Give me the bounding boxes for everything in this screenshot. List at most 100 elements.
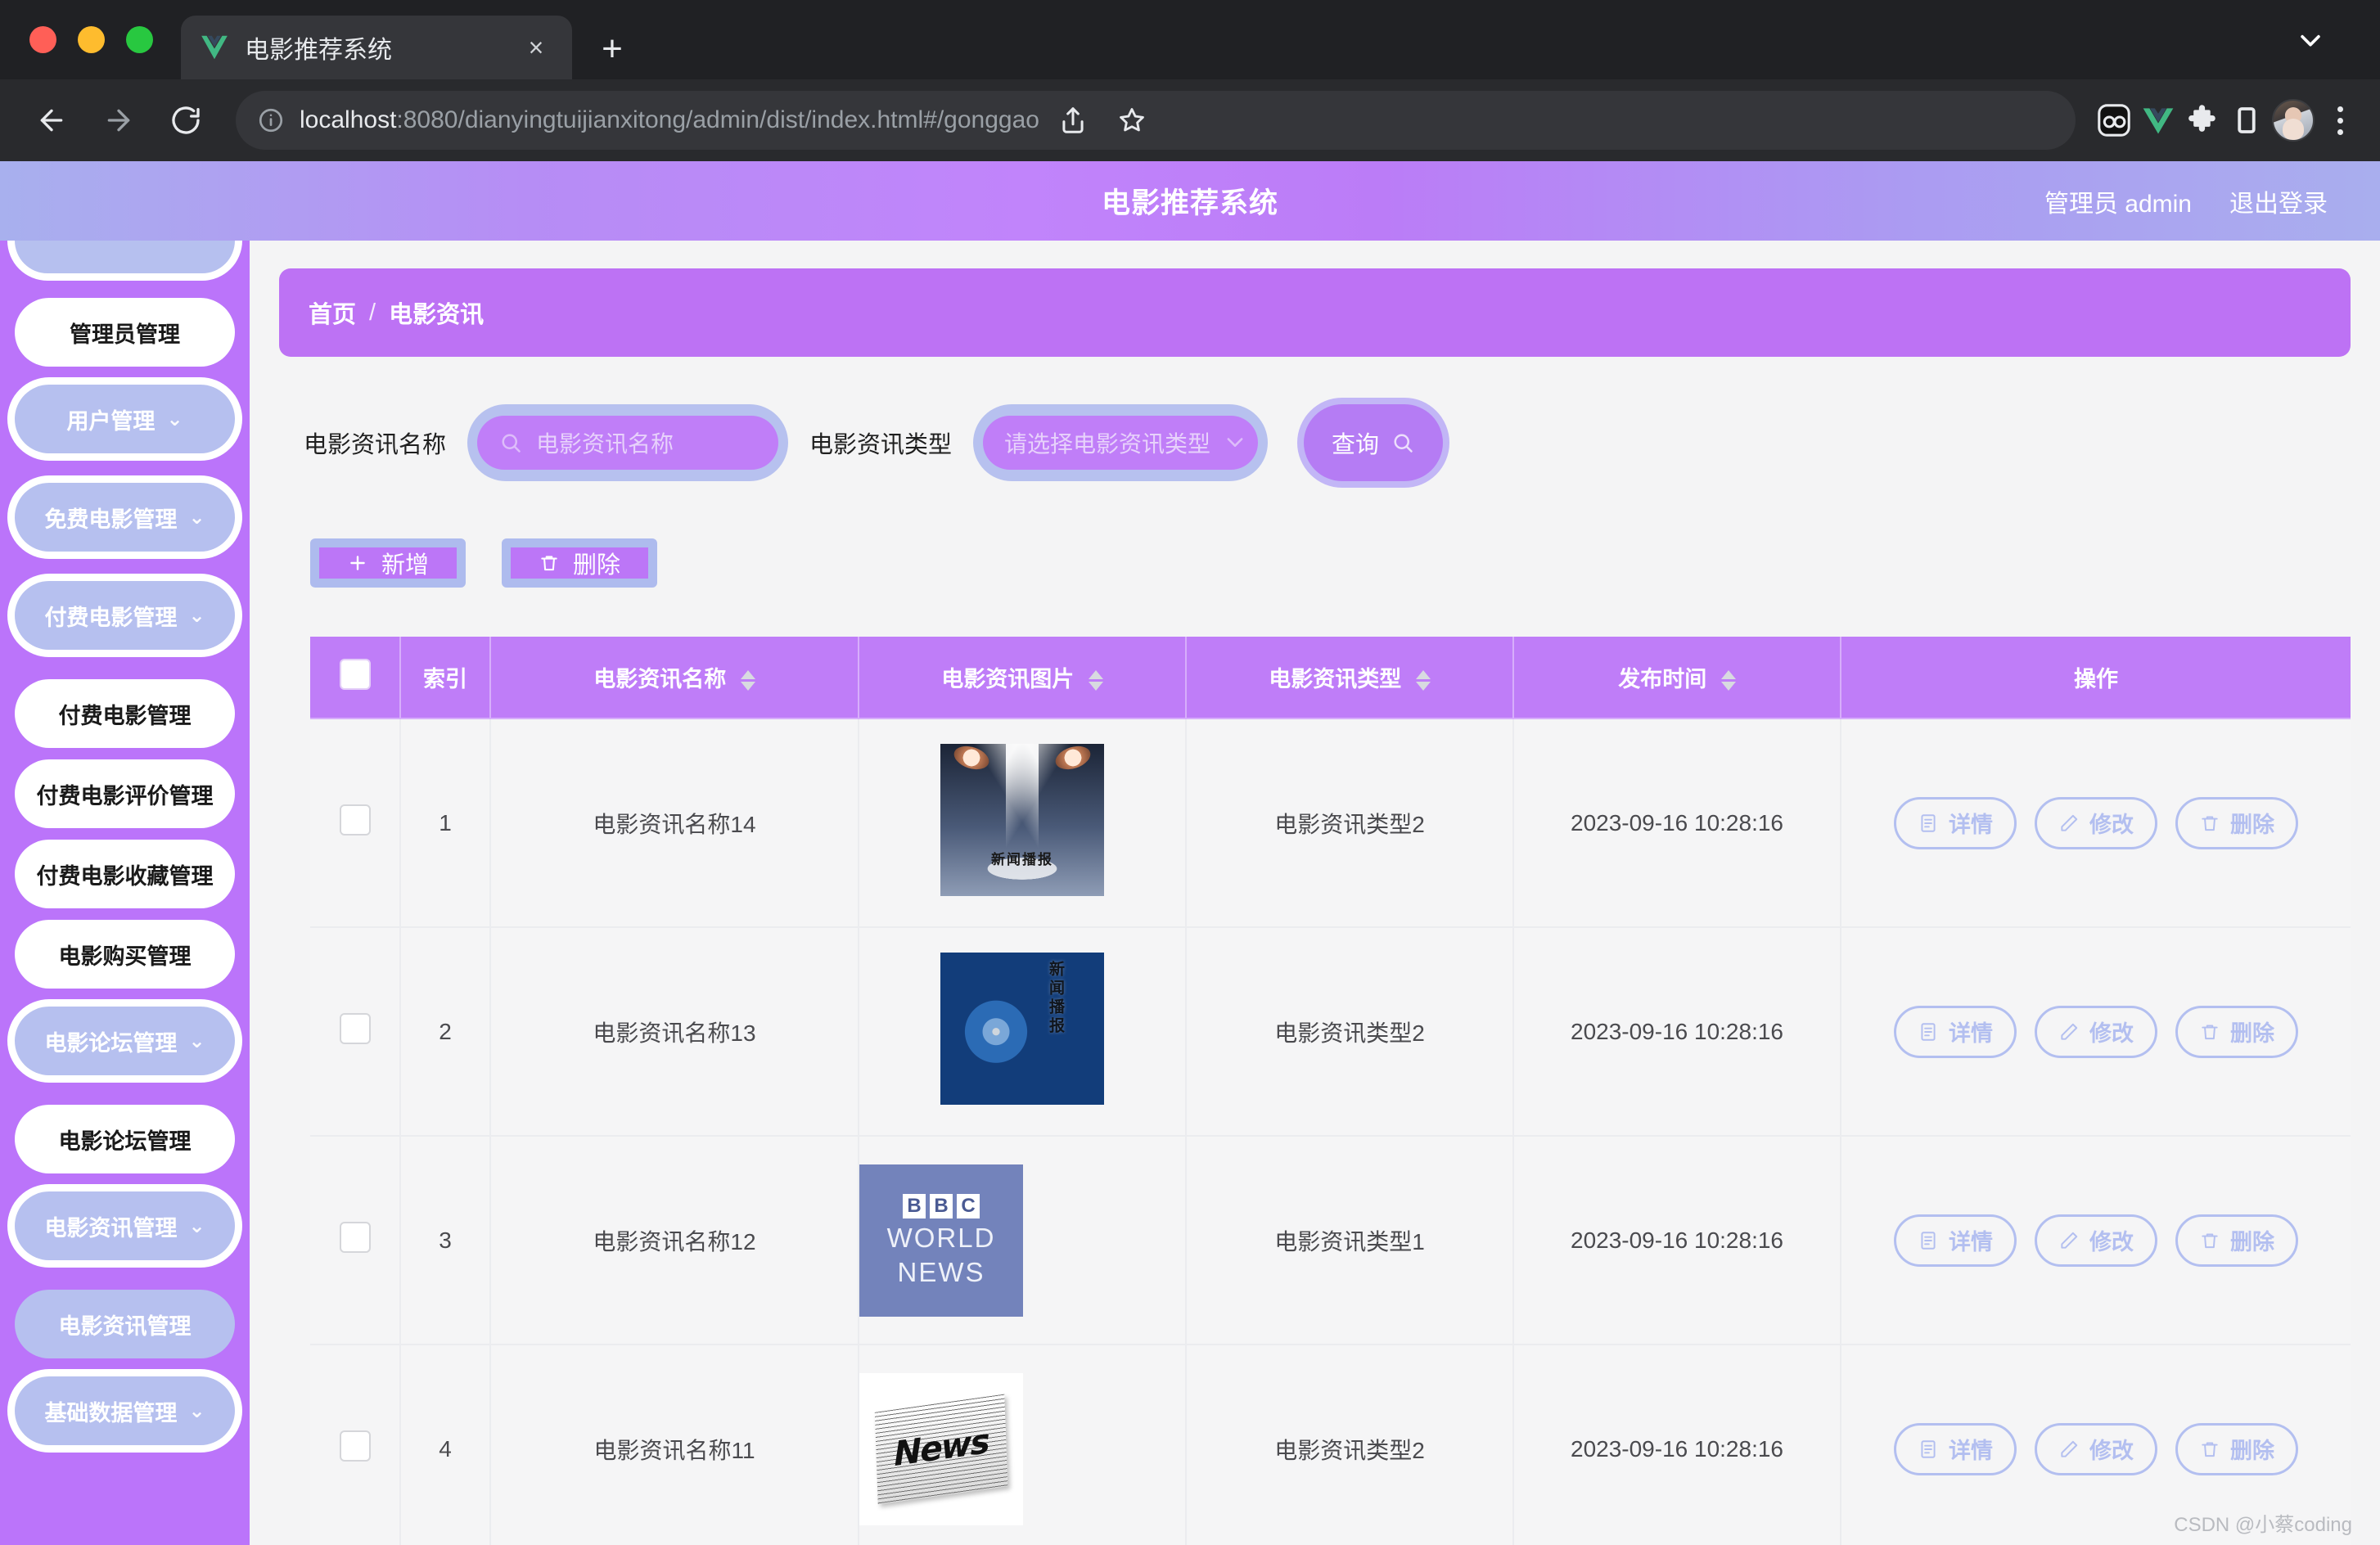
- detail-button[interactable]: 详情: [1894, 797, 2017, 849]
- globe-newsroom-thumb[interactable]: 新闻播报: [940, 953, 1104, 1105]
- sidebar-item-movie-forum-management[interactable]: 电影论坛管理 ⌄: [15, 1007, 235, 1075]
- row-checkbox-cell: [310, 1345, 400, 1545]
- sidebar-item-movie-news-sub[interactable]: 电影资讯管理: [15, 1290, 235, 1358]
- table-row[interactable]: 1 电影资讯名称14 新闻播报 电影资讯类型2 2023-09-16 10:28…: [310, 718, 2351, 927]
- page-title: 电影推荐系统: [0, 180, 2380, 222]
- detail-button[interactable]: 详情: [1894, 1214, 2017, 1267]
- sidebar-item-movie-news-management[interactable]: 电影资讯管理 ⌄: [15, 1191, 235, 1260]
- row-time: 2023-09-16 10:28:16: [1513, 718, 1841, 927]
- table-header-row: 索引 电影资讯名称 电影资讯图片: [310, 637, 2351, 718]
- address-bar[interactable]: localhost:8080/dianyingtuijianxitong/adm…: [236, 91, 2076, 150]
- search-input[interactable]: 电影资讯名称: [477, 416, 778, 470]
- vue-devtools-icon[interactable]: [2139, 101, 2177, 139]
- column-type[interactable]: 电影资讯类型: [1186, 637, 1513, 718]
- column-label: 电影资讯图片: [941, 667, 1074, 691]
- side-panel-icon[interactable]: [2228, 101, 2265, 139]
- sidebar-item-paid-movie-management[interactable]: 付费电影管理 ⌄: [15, 581, 235, 650]
- edit-button[interactable]: 修改: [2035, 797, 2157, 849]
- pocket-icon[interactable]: [2095, 101, 2133, 139]
- sidebar-item-admin-management[interactable]: 管理员管理: [15, 298, 235, 367]
- delete-button[interactable]: 删除: [502, 538, 657, 588]
- sidebar-item-basic-data-management[interactable]: 基础数据管理 ⌄: [15, 1376, 235, 1445]
- new-tab-button[interactable]: +: [582, 19, 642, 79]
- thumb-caption: News: [882, 1419, 1000, 1475]
- filter-type-label: 电影资讯类型: [809, 426, 952, 460]
- browser-toolbar: localhost:8080/dianyingtuijianxitong/adm…: [0, 79, 2380, 161]
- sidebar-item-user-management[interactable]: 用户管理 ⌄: [15, 385, 235, 453]
- breadcrumb-current: 电影资讯: [389, 295, 484, 330]
- browser-tab[interactable]: 电影推荐系统 ×: [181, 16, 572, 79]
- sidebar-item-movie-forum-sub[interactable]: 电影论坛管理: [15, 1105, 235, 1173]
- sort-toggle-icon[interactable]: [1721, 670, 1736, 691]
- sidebar-item-paid-movie-sub[interactable]: 付费电影管理: [15, 679, 235, 748]
- pencil-icon: [2058, 1021, 2080, 1043]
- close-window-button[interactable]: [29, 26, 56, 53]
- row-checkbox[interactable]: [340, 1430, 371, 1462]
- row-checkbox[interactable]: [340, 1013, 371, 1044]
- sidebar-item-partial-top[interactable]: [15, 241, 235, 273]
- row-checkbox[interactable]: [340, 804, 371, 836]
- table-row[interactable]: 3 电影资讯名称12 BBC WORLD NEWS 电影资讯类型1: [310, 1136, 2351, 1345]
- logout-link[interactable]: 退出登录: [2229, 183, 2328, 219]
- back-arrow-icon[interactable]: [21, 90, 82, 151]
- sidebar-item-paid-movie-review[interactable]: 付费电影评价管理: [15, 759, 235, 828]
- detail-button[interactable]: 详情: [1894, 1423, 2017, 1475]
- share-icon[interactable]: [1054, 101, 1092, 139]
- reload-icon[interactable]: [156, 90, 216, 151]
- row-delete-button[interactable]: 删除: [2175, 1006, 2298, 1058]
- op-label: 详情: [1949, 1224, 1993, 1256]
- row-operations: 详情 修改 删除: [1841, 1136, 2351, 1345]
- row-delete-button[interactable]: 删除: [2175, 1423, 2298, 1475]
- breadcrumb-home[interactable]: 首页: [309, 295, 356, 330]
- profile-avatar[interactable]: [2272, 99, 2315, 142]
- table-row[interactable]: 2 电影资讯名称13 新闻播报 电影资讯类型2 2023-09-16 10:28…: [310, 927, 2351, 1136]
- sidebar-item-movie-purchase[interactable]: 电影购买管理: [15, 920, 235, 989]
- newspaper-thumb[interactable]: News: [859, 1373, 1023, 1525]
- sort-toggle-icon[interactable]: [1416, 670, 1431, 691]
- add-button[interactable]: 新增: [310, 538, 466, 588]
- sidebar-item-label: 电影购买管理: [59, 939, 192, 971]
- row-checkbox[interactable]: [340, 1222, 371, 1253]
- sidebar-item-free-movie-management[interactable]: 免费电影管理 ⌄: [15, 483, 235, 552]
- forward-arrow-icon[interactable]: [88, 90, 149, 151]
- bbc-letters: BBC: [903, 1194, 980, 1218]
- browser-menu-icon[interactable]: [2321, 101, 2359, 139]
- select-all-checkbox[interactable]: [340, 659, 371, 690]
- edit-button[interactable]: 修改: [2035, 1214, 2157, 1267]
- op-label: 修改: [2089, 807, 2134, 839]
- row-image-cell: 新闻播报: [859, 927, 1186, 1136]
- sort-toggle-icon[interactable]: [741, 670, 755, 691]
- edit-button[interactable]: 修改: [2035, 1423, 2157, 1475]
- bbc-world-news-thumb[interactable]: BBC WORLD NEWS: [859, 1164, 1023, 1317]
- extensions-puzzle-icon[interactable]: [2184, 101, 2221, 139]
- window-traffic-lights: [29, 0, 181, 79]
- sidebar-item-label: 付费电影管理: [59, 698, 192, 730]
- sidebar-item-paid-movie-favorite[interactable]: 付费电影收藏管理: [15, 840, 235, 908]
- chevron-down-icon: [2297, 26, 2324, 54]
- query-button[interactable]: 查询: [1304, 404, 1443, 481]
- row-index: 3: [400, 1136, 490, 1345]
- row-delete-button[interactable]: 删除: [2175, 797, 2298, 849]
- tab-list-dropdown[interactable]: [2241, 0, 2380, 79]
- maximize-window-button[interactable]: [126, 26, 153, 53]
- column-image[interactable]: 电影资讯图片: [859, 637, 1186, 718]
- sidebar-nav[interactable]: 管理员管理 用户管理 ⌄ 免费电影管理 ⌄ 付费电影管理 ⌄: [0, 241, 250, 1545]
- table-row[interactable]: 4 电影资讯名称11 News 电影资讯类型2: [310, 1345, 2351, 1545]
- add-button-label: 新增: [381, 546, 429, 580]
- detail-button[interactable]: 详情: [1894, 1006, 2017, 1058]
- type-select-wrapper: 请选择电影资讯类型: [973, 404, 1268, 481]
- minimize-window-button[interactable]: [78, 26, 105, 53]
- edit-button[interactable]: 修改: [2035, 1006, 2157, 1058]
- row-delete-button[interactable]: 删除: [2175, 1214, 2298, 1267]
- op-label: 删除: [2230, 807, 2274, 839]
- type-select[interactable]: 请选择电影资讯类型: [983, 416, 1258, 470]
- bookmark-star-icon[interactable]: [1113, 101, 1151, 139]
- url-host: localhost: [300, 106, 396, 133]
- site-info-icon[interactable]: [257, 106, 285, 134]
- sort-toggle-icon[interactable]: [1089, 670, 1103, 691]
- column-label: 电影资讯类型: [1269, 667, 1401, 691]
- column-name[interactable]: 电影资讯名称: [490, 637, 859, 718]
- close-tab-icon[interactable]: ×: [518, 34, 554, 61]
- column-time[interactable]: 发布时间: [1513, 637, 1841, 718]
- spotlight-stage-news-thumb[interactable]: 新闻播报: [940, 744, 1104, 896]
